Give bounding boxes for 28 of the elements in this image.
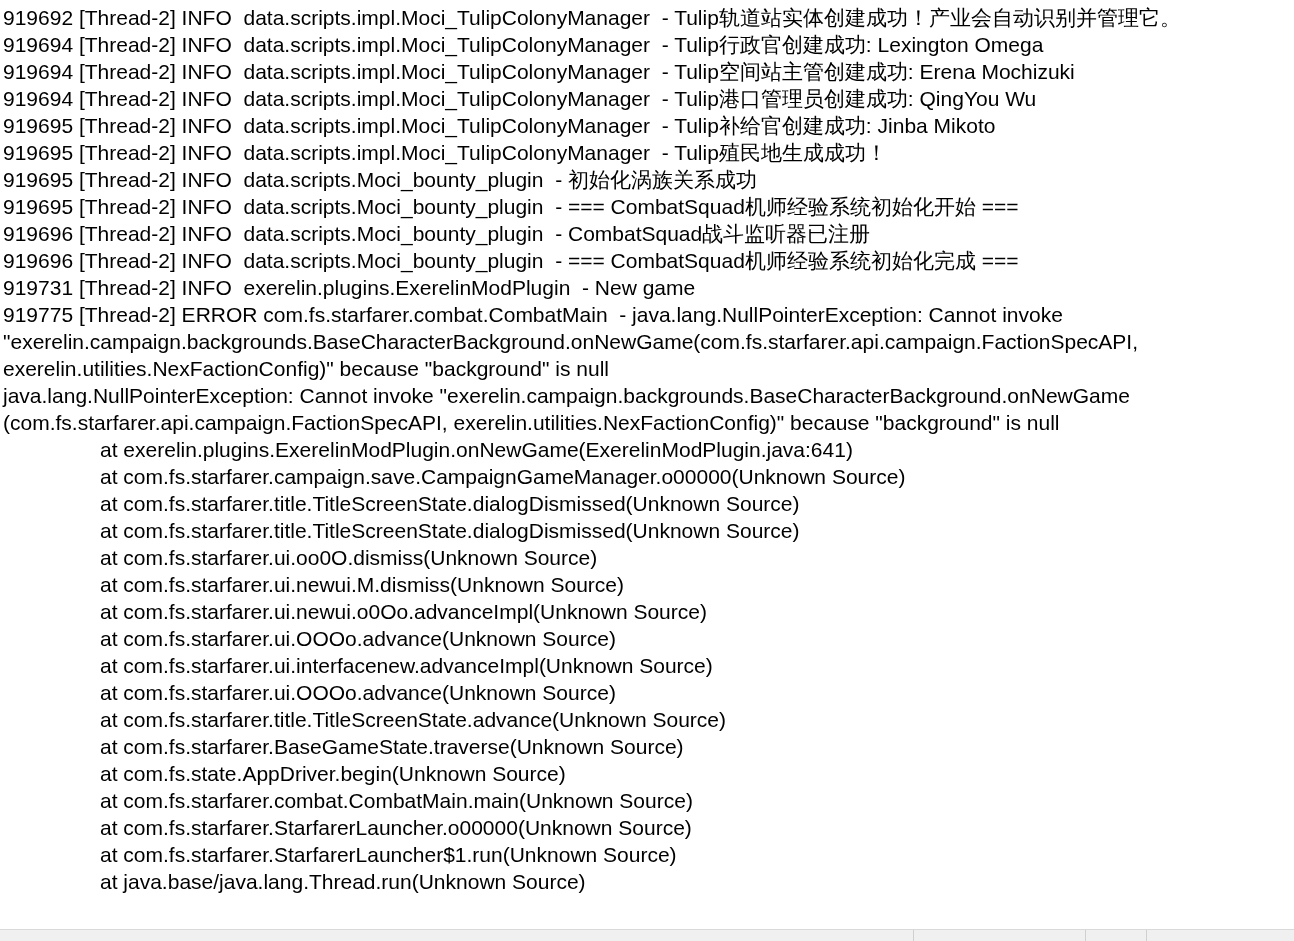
stack-trace-line: at com.fs.starfarer.StarfarerLauncher.o00000(Unknown Source) <box>99 815 693 841</box>
log-line: 919696 [Thread-2] INFO data.scripts.Moci_bounty_plugin - === CombatSquad机师经验系统初始化完成 === <box>3 248 1020 274</box>
stack-trace-line: at com.fs.starfarer.ui.newui.M.dismiss(Unknown Source) <box>99 572 625 598</box>
stack-trace-line: at com.fs.starfarer.ui.OOOo.advance(Unknown Source) <box>99 626 617 652</box>
stack-trace-line: at com.fs.starfarer.title.TitleScreenState.dialogDismissed(Unknown Source) <box>99 518 801 544</box>
log-line: 919695 [Thread-2] INFO data.scripts.Moci_bounty_plugin - 初始化涡族关系成功 <box>3 167 758 193</box>
stack-trace-line: at com.fs.starfarer.ui.OOOo.advance(Unknown Source) <box>99 680 617 706</box>
stack-trace-line: at com.fs.starfarer.combat.CombatMain.main(Unknown Source) <box>99 788 694 814</box>
log-line: 919694 [Thread-2] INFO data.scripts.impl.Moci_TulipColonyManager - Tulip行政官创建成功: Lexington Omega <box>3 32 1045 58</box>
log-line: 919694 [Thread-2] INFO data.scripts.impl.Moci_TulipColonyManager - Tulip空间站主管创建成功: Erena Mochizuki <box>3 59 1076 85</box>
log-line: 919692 [Thread-2] INFO data.scripts.impl.Moci_TulipColonyManager - Tulip轨道站实体创建成功！产业会自动识别并管理它。 <box>3 5 1182 31</box>
log-line: 919696 [Thread-2] INFO data.scripts.Moci_bounty_plugin - CombatSquad战斗监听器已注册 <box>3 221 872 247</box>
log-line: 919694 [Thread-2] INFO data.scripts.impl.Moci_TulipColonyManager - Tulip港口管理员创建成功: QingYou Wu <box>3 86 1038 112</box>
log-line: 919695 [Thread-2] INFO data.scripts.impl.Moci_TulipColonyManager - Tulip补给官创建成功: Jinba Mikoto <box>3 113 997 139</box>
stack-trace-line: at exerelin.plugins.ExerelinModPlugin.onNewGame(ExerelinModPlugin.java:641) <box>99 437 854 463</box>
stack-trace-line: at com.fs.starfarer.ui.newui.o0Oo.advanceImpl(Unknown Source) <box>99 599 708 625</box>
stack-trace-line: at com.fs.starfarer.campaign.save.CampaignGameManager.o00000(Unknown Source) <box>99 464 907 490</box>
stack-trace-line: at com.fs.starfarer.ui.oo0O.dismiss(Unknown Source) <box>99 545 599 571</box>
stack-trace-line: at com.fs.starfarer.ui.interfacenew.advanceImpl(Unknown Source) <box>99 653 714 679</box>
stack-trace-line: at com.fs.starfarer.StarfarerLauncher$1.run(Unknown Source) <box>99 842 678 868</box>
log-line: 919695 [Thread-2] INFO data.scripts.impl.Moci_TulipColonyManager - Tulip殖民地生成成功！ <box>3 140 888 166</box>
log-line: 919695 [Thread-2] INFO data.scripts.Moci_bounty_plugin - === CombatSquad机师经验系统初始化开始 === <box>3 194 1020 220</box>
stack-trace-line: at java.base/java.lang.Thread.run(Unknown Source) <box>99 869 587 895</box>
log-line: 919731 [Thread-2] INFO exerelin.plugins.ExerelinModPlugin - New game <box>3 275 697 301</box>
stack-trace-line: at com.fs.starfarer.title.TitleScreenState.advance(Unknown Source) <box>99 707 727 733</box>
stack-trace-line: at com.fs.starfarer.title.TitleScreenState.dialogDismissed(Unknown Source) <box>99 491 801 517</box>
stack-trace-line: at com.fs.starfarer.BaseGameState.traverse(Unknown Source) <box>99 734 685 760</box>
stack-trace-line: at com.fs.state.AppDriver.begin(Unknown Source) <box>99 761 567 787</box>
